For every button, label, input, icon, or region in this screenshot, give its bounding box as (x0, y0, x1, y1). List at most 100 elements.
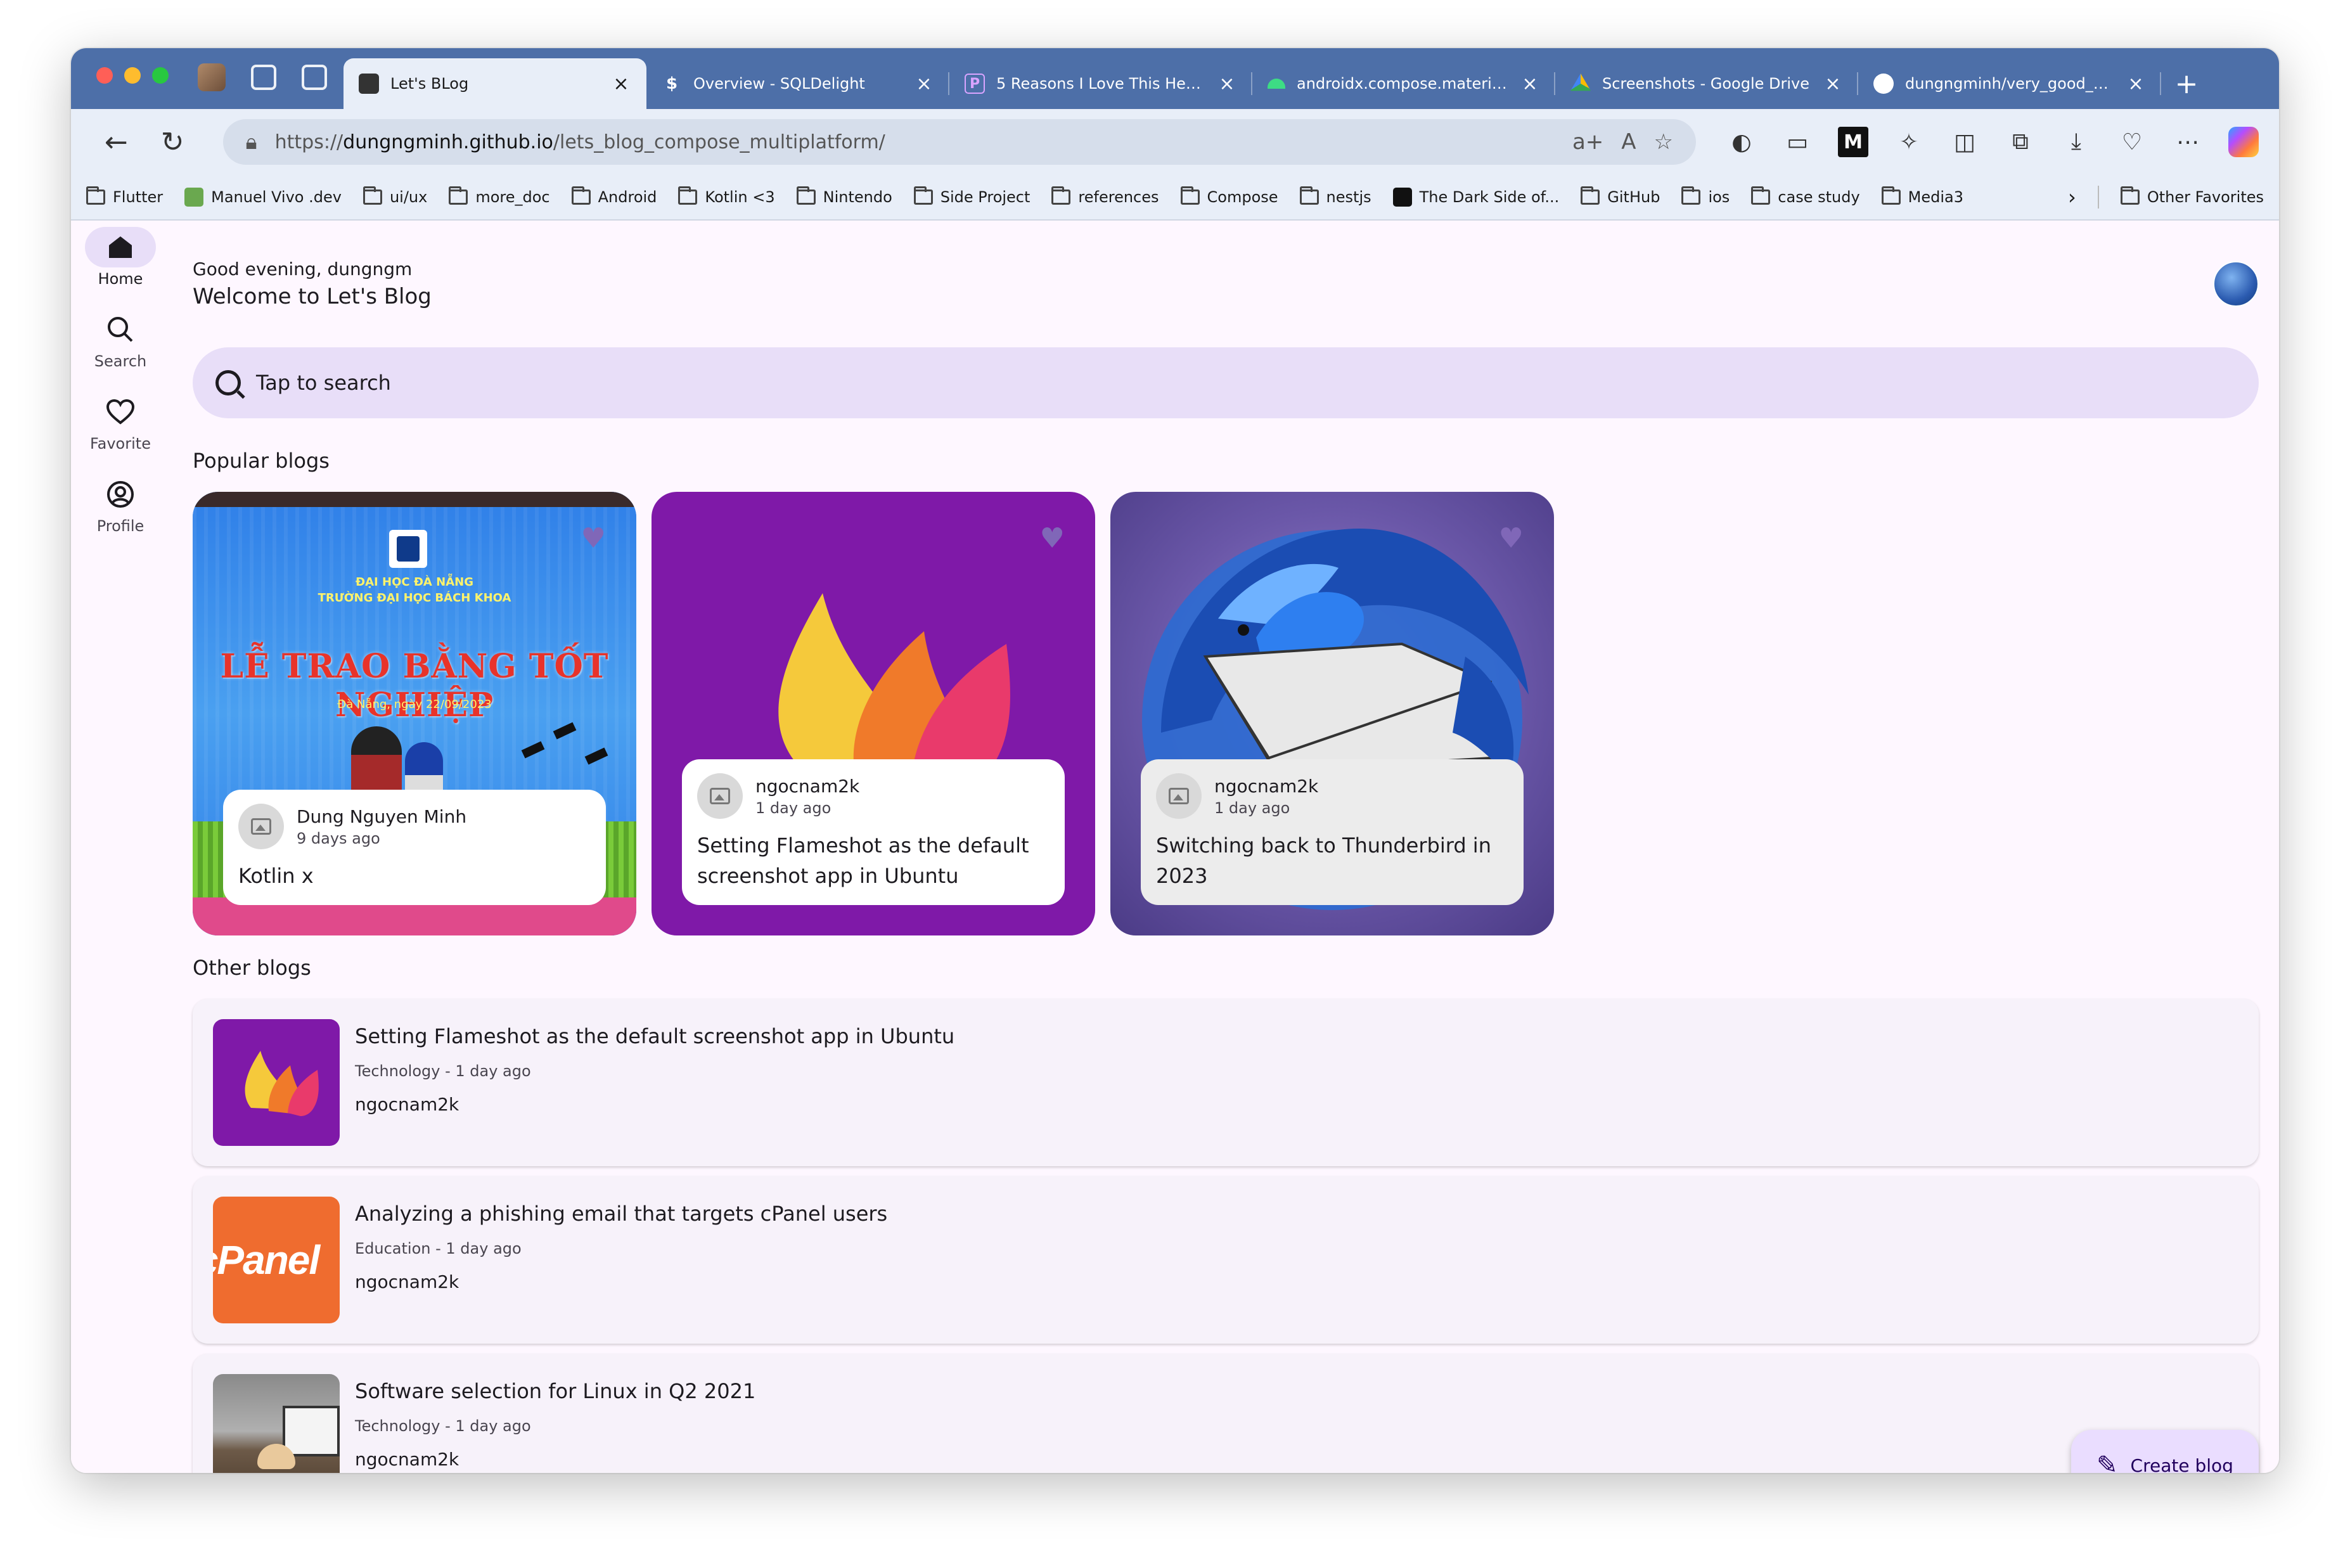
bookmark-item[interactable]: nestjs (1299, 186, 1371, 206)
downloads-icon[interactable]: ⤓ (2061, 127, 2091, 157)
other-favorites-folder[interactable]: Other Favorites (2120, 186, 2264, 206)
bookmarks-bar: Flutter Manuel Vivo .dev ui/ux more_doc Andr… (71, 175, 2279, 221)
bookmark-item[interactable]: Compose (1180, 186, 1278, 206)
search-bar[interactable]: Tap to search (193, 347, 2259, 418)
post-time: 9 days ago (297, 829, 380, 847)
bookmark-item[interactable]: Android (571, 186, 657, 206)
blog-list-item[interactable]: Software selection for Linux in Q2 2021 … (193, 1354, 2259, 1473)
tab-google-drive[interactable]: Screenshots - Google Drive × (1555, 58, 1858, 109)
tab-title: Let's BLog (390, 75, 469, 93)
popular-blog-card[interactable]: ♥ ngocnam2k 1 day ago Switching back to … (1110, 492, 1554, 935)
blog-category-time: Technology - 1 day ago (355, 1417, 531, 1435)
nav-home[interactable]: Home (71, 227, 170, 303)
blog-list-item[interactable]: Setting Flameshot as the default screens… (193, 999, 2259, 1166)
lock-icon[interactable]: 🔒︎ (246, 129, 257, 155)
bookmark-item[interactable]: GitHub (1581, 186, 1660, 206)
browser-essentials-icon[interactable]: ♡ (2117, 127, 2147, 157)
close-tab-icon[interactable]: × (2126, 73, 2146, 95)
bookmark-item[interactable]: references (1051, 186, 1159, 206)
blog-category-time: Technology - 1 day ago (355, 1062, 531, 1080)
tab-lets-blog[interactable]: Let's BLog × (344, 58, 646, 109)
workspaces-icon[interactable] (251, 65, 276, 90)
popular-blog-card[interactable]: ĐẠI HỌC ĐÀ NẴNG TRƯỜNG ĐẠI HỌC BÁCH KHOA… (193, 492, 636, 935)
browser-profile-avatar[interactable] (198, 63, 226, 91)
vertical-tabs-icon[interactable] (302, 65, 327, 90)
tab-title: Screenshots - Google Drive (1602, 75, 1809, 93)
translate-icon[interactable]: a+ (1572, 129, 1603, 155)
blog-title: Switching back to Thunderbird in 2023 (1156, 833, 1491, 888)
blog-list-item[interactable]: cPanel Analyzing a phishing email that t… (193, 1176, 2259, 1344)
extensions-icon[interactable]: ✧ (1894, 127, 1924, 157)
author-name: Dung Nguyen Minh (297, 806, 467, 827)
close-tab-icon[interactable]: × (1823, 73, 1843, 95)
bookmark-item[interactable]: case study (1751, 186, 1860, 206)
bookmark-item[interactable]: more_doc (449, 186, 550, 206)
heart-icon (85, 392, 156, 432)
folder-icon (86, 186, 105, 205)
create-blog-button[interactable]: ✎ Create blog (2071, 1430, 2259, 1473)
close-window-button[interactable] (96, 67, 113, 84)
blog-title: Setting Flameshot as the default screens… (697, 833, 1029, 888)
copilot-icon[interactable] (2228, 127, 2259, 157)
create-blog-label: Create blog (2130, 1455, 2233, 1474)
more-options-icon[interactable]: ⋯ (2173, 127, 2203, 157)
divider (2097, 186, 2099, 209)
bookmark-item[interactable]: ios (1681, 186, 1730, 206)
bookmark-item[interactable]: Flutter (86, 186, 163, 206)
url-text[interactable]: https://dungngminh.github.io/lets_blog_c… (275, 131, 1555, 153)
nav-label: Home (98, 270, 143, 288)
other-blogs-heading: Other blogs (193, 956, 311, 980)
search-icon (215, 370, 241, 395)
address-bar[interactable]: 🔒︎ https://dungngminh.github.io/lets_blo… (222, 119, 1697, 165)
tab-sqldelight[interactable]: $ Overview - SQLDelight × (646, 58, 949, 109)
tab-healthy-habit[interactable]: P 5 Reasons I Love This Healthy Hab × (949, 58, 1252, 109)
minimize-window-button[interactable] (124, 67, 141, 84)
author-name: ngocnam2k (355, 1094, 459, 1115)
blog-category-time: Education - 1 day ago (355, 1240, 522, 1257)
close-tab-icon[interactable]: × (914, 73, 934, 95)
reload-icon[interactable]: ↻ (148, 117, 198, 167)
popular-blog-card[interactable]: ♥ ngocnam2k 1 day ago Setting Flameshot … (652, 492, 1095, 935)
blog-card-info: ngocnam2k 1 day ago Switching back to Th… (1141, 759, 1524, 905)
user-avatar[interactable] (2213, 261, 2259, 307)
nav-favorite[interactable]: Favorite (71, 392, 170, 468)
popular-blogs-row: ĐẠI HỌC ĐÀ NẴNG TRƯỜNG ĐẠI HỌC BÁCH KHOA… (193, 492, 1554, 935)
medium-extension-icon[interactable]: M (1838, 127, 1869, 157)
read-aloud-icon[interactable]: A (1621, 129, 1636, 155)
tab-github[interactable]: dungngminh/very_good_flutter × (1858, 58, 2161, 109)
folder-icon (571, 186, 591, 205)
bookmark-item[interactable]: Side Project (913, 186, 1030, 206)
site-favicon-icon (1392, 188, 1412, 207)
new-tab-button[interactable]: + (2161, 58, 2212, 109)
bookmark-item[interactable]: The Dark Side of... (1392, 188, 1559, 207)
tab-compose-material3[interactable]: androidx.compose.material3 | An × (1252, 58, 1555, 109)
bookmark-item[interactable]: Kotlin <3 (678, 186, 775, 206)
favorite-heart-icon[interactable]: ♥ (1499, 522, 1524, 555)
favorite-heart-icon[interactable]: ♥ (1040, 522, 1065, 555)
bookmark-item[interactable]: ui/ux (363, 186, 427, 206)
bookmark-item[interactable]: Manuel Vivo .dev (184, 188, 342, 207)
close-tab-icon[interactable]: × (611, 73, 631, 95)
university-logo (389, 530, 427, 568)
favorite-heart-icon[interactable]: ♥ (581, 522, 606, 555)
tab-title: dungngminh/very_good_flutter (1905, 75, 2114, 93)
bookmark-item[interactable]: Nintendo (796, 186, 892, 206)
folder-icon (1751, 186, 1771, 205)
star-icon[interactable]: ☆ (1654, 129, 1673, 155)
collections-icon[interactable]: ⧉ (2005, 127, 2036, 157)
bookmark-label: references (1078, 188, 1159, 206)
close-tab-icon[interactable]: × (1217, 73, 1237, 95)
nav-search[interactable]: Search (71, 309, 170, 385)
folder-icon (1681, 186, 1701, 205)
maximize-window-button[interactable] (152, 67, 169, 84)
nav-profile[interactable]: Profile (71, 474, 170, 550)
extension-off-icon[interactable]: ▭ (1782, 127, 1813, 157)
nav-label: Favorite (90, 435, 151, 453)
back-arrow-icon[interactable]: ← (91, 117, 141, 167)
tracking-prevention-icon[interactable]: ◐ (1726, 127, 1757, 157)
close-tab-icon[interactable]: × (1520, 73, 1540, 95)
split-screen-icon[interactable]: ◫ (1949, 127, 1980, 157)
chevron-right-icon[interactable]: › (2068, 185, 2076, 209)
folder-icon (1881, 186, 1901, 205)
bookmark-item[interactable]: Media3 (1881, 186, 1963, 206)
